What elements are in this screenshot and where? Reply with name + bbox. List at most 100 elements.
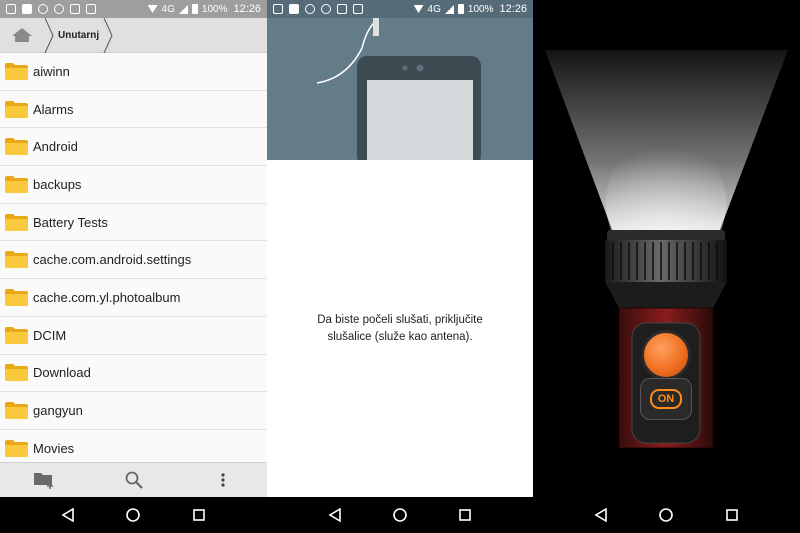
back-icon — [328, 508, 341, 522]
file-name: Battery Tests — [33, 214, 108, 230]
home-icon — [12, 28, 32, 42]
back-button[interactable] — [590, 504, 612, 526]
recents-button[interactable] — [454, 504, 476, 526]
navigation-bar — [0, 497, 267, 533]
twitter-icon — [321, 4, 331, 14]
list-item[interactable]: Download — [0, 355, 267, 393]
plug-headphones-message: Da biste počeli slušati, priključite slu… — [317, 314, 483, 343]
list-item[interactable]: aiwinn — [0, 53, 267, 91]
clock: 12:26 — [499, 3, 527, 15]
new-folder-icon — [33, 473, 53, 489]
home-nav-button[interactable] — [122, 504, 144, 526]
file-name: backups — [33, 176, 82, 192]
breadcrumb: Unutarnj — [0, 17, 267, 53]
status-bar: 4G 100% 12:26 — [267, 0, 533, 18]
file-name: aiwinn — [33, 63, 70, 79]
wifi-icon — [147, 5, 158, 13]
recents-icon — [726, 509, 738, 521]
folder-icon — [5, 251, 28, 269]
new-folder-button[interactable] — [30, 465, 60, 495]
network-type: 4G — [427, 3, 441, 15]
folder-icon — [5, 326, 28, 344]
image-icon — [22, 4, 32, 14]
file-manager-screen: 4G 100% 12:26 Unutarnj aiwinn Alarms And… — [0, 0, 267, 533]
signal-icon — [178, 4, 188, 14]
power-button[interactable] — [641, 330, 691, 380]
home-button[interactable] — [0, 18, 44, 53]
home-nav-button[interactable] — [389, 504, 411, 526]
folder-icon — [5, 288, 28, 306]
youtube-icon — [70, 4, 80, 14]
list-item[interactable]: cache.com.android.settings — [0, 241, 267, 280]
folder-icon — [5, 402, 28, 420]
mail-icon — [273, 4, 283, 14]
folder-icon — [5, 62, 28, 80]
file-name: Alarms — [33, 101, 74, 117]
list-item[interactable]: cache.com.yl.photoalbum — [0, 279, 267, 317]
status-bar: 4G 100% 12:26 — [0, 0, 267, 18]
folder-icon — [5, 175, 28, 193]
on-label: ON — [649, 389, 683, 409]
file-name: cache.com.android.settings — [33, 252, 192, 268]
folder-icon — [5, 439, 28, 457]
breadcrumb-chevron-icon — [103, 17, 113, 53]
bottom-toolbar — [0, 462, 267, 497]
notification-icon — [86, 4, 96, 14]
on-button[interactable]: ON — [640, 378, 692, 420]
list-item[interactable]: Movies — [0, 430, 267, 462]
navigation-bar — [533, 497, 800, 533]
twitter-icon — [54, 4, 64, 14]
notification-icon — [353, 4, 363, 14]
list-item[interactable]: DCIM — [0, 317, 267, 355]
recents-button[interactable] — [188, 504, 210, 526]
signal-icon — [444, 4, 454, 14]
back-button[interactable] — [57, 504, 79, 526]
battery-icon — [191, 4, 198, 14]
recents-icon — [459, 509, 472, 521]
phone-headphones-icon — [316, 18, 481, 160]
radio-screen: 4G 100% 12:26 Da biste počeli slušati, p… — [267, 0, 533, 533]
folder-icon — [5, 100, 28, 118]
list-item[interactable]: gangyun — [0, 392, 267, 430]
home-nav-button[interactable] — [655, 504, 677, 526]
instagram-icon — [38, 4, 48, 14]
flashlight-screen: ON — [533, 0, 800, 533]
list-item[interactable]: Battery Tests — [0, 204, 267, 242]
battery-level: 100% — [201, 3, 228, 15]
back-button[interactable] — [324, 504, 346, 526]
file-name: Download — [33, 365, 91, 381]
navigation-bar — [267, 497, 533, 533]
battery-level: 100% — [467, 3, 494, 15]
flashlight-illustration — [545, 50, 788, 449]
home-circle-icon — [393, 508, 407, 522]
wifi-icon — [413, 5, 424, 13]
clock: 12:26 — [233, 3, 261, 15]
headphones-illustration — [267, 18, 533, 160]
youtube-icon — [337, 4, 347, 14]
status-bar — [533, 0, 800, 18]
instagram-icon — [305, 4, 315, 14]
back-icon — [594, 508, 607, 522]
list-item[interactable]: Android — [0, 128, 267, 167]
breadcrumb-current[interactable]: Unutarnj — [54, 30, 103, 41]
folder-icon — [5, 138, 28, 156]
search-button[interactable] — [119, 465, 149, 495]
message-area: Da biste počeli slušati, priključite slu… — [267, 160, 533, 497]
network-type: 4G — [161, 3, 175, 15]
home-circle-icon — [659, 508, 674, 522]
list-item[interactable]: backups — [0, 166, 267, 204]
folder-icon — [5, 364, 28, 382]
image-icon — [289, 4, 299, 14]
folder-icon — [5, 213, 28, 231]
file-name: Android — [33, 139, 78, 155]
home-circle-icon — [126, 508, 141, 522]
breadcrumb-chevron-icon — [44, 17, 54, 53]
file-name: DCIM — [33, 327, 67, 343]
battery-icon — [457, 4, 464, 14]
mail-icon — [6, 4, 16, 14]
file-name: gangyun — [33, 403, 83, 419]
file-name: Movies — [33, 440, 75, 456]
overflow-menu-button[interactable] — [208, 465, 238, 495]
list-item[interactable]: Alarms — [0, 91, 267, 129]
recents-button[interactable] — [721, 504, 743, 526]
